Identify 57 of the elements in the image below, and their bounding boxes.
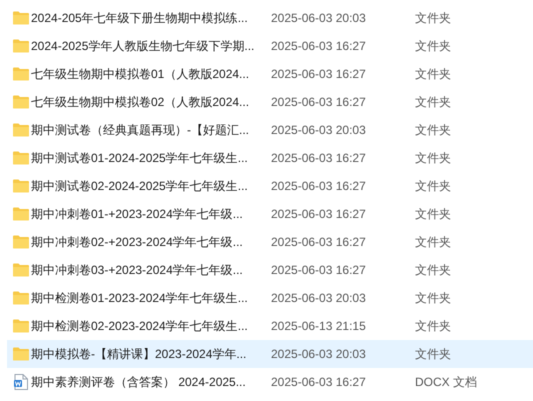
file-name: 期中测试卷（经典真题再现）-【好题汇... — [31, 122, 250, 139]
file-name: 期中冲刺卷01-+2023-2024学年七年级... — [31, 206, 244, 223]
folder-icon — [13, 151, 29, 165]
folder-icon — [13, 235, 29, 249]
file-type: 文件夹 — [415, 346, 451, 363]
file-name: 期中素养测评卷（含答案） 2024-2025... — [31, 374, 247, 391]
file-name: 七年级生物期中模拟卷01（人教版2024... — [31, 66, 250, 83]
modified-date: 2025-06-03 16:27 — [271, 234, 367, 251]
folder-icon — [13, 263, 29, 277]
folder-icon — [13, 123, 29, 137]
modified-date: 2025-06-03 16:27 — [271, 150, 367, 167]
modified-date: 2025-06-13 21:15 — [271, 318, 367, 335]
modified-date: 2025-06-03 16:27 — [271, 66, 367, 83]
file-type: 文件夹 — [415, 94, 451, 111]
file-name: 期中测试卷02-2024-2025学年七年级生... — [31, 178, 249, 195]
modified-date: 2025-06-03 16:27 — [271, 374, 367, 391]
modified-date: 2025-06-03 16:27 — [271, 178, 367, 195]
folder-icon — [13, 291, 29, 305]
file-name: 2024-205年七年级下册生物期中模拟练... — [31, 10, 249, 27]
file-type: 文件夹 — [415, 10, 451, 27]
file-name: 期中检测卷02-2023-2024学年七年级生... — [31, 318, 249, 335]
file-type: 文件夹 — [415, 290, 451, 307]
file-name: 期中模拟卷-【精讲课】2023-2024学年... — [31, 346, 248, 363]
modified-date: 2025-06-03 20:03 — [271, 122, 367, 139]
folder-icon — [13, 319, 29, 333]
modified-date: 2025-06-03 16:27 — [271, 262, 367, 279]
file-type: 文件夹 — [415, 318, 451, 335]
folder-icon — [13, 11, 29, 25]
modified-date: 2025-06-03 16:27 — [271, 94, 367, 111]
file-type: 文件夹 — [415, 38, 451, 55]
file-type: 文件夹 — [415, 178, 451, 195]
file-name: 期中冲刺卷02-+2023-2024学年七年级... — [31, 234, 244, 251]
file-type: 文件夹 — [415, 234, 451, 251]
folder-icon — [13, 347, 29, 361]
file-type: 文件夹 — [415, 206, 451, 223]
modified-date: 2025-06-03 20:03 — [271, 346, 367, 363]
file-type: 文件夹 — [415, 122, 451, 139]
folder-icon — [13, 67, 29, 81]
file-type: 文件夹 — [415, 262, 451, 279]
modified-date: 2025-06-03 20:03 — [271, 10, 367, 27]
folder-icon — [13, 95, 29, 109]
file-type: 文件夹 — [415, 66, 451, 83]
folder-icon — [13, 179, 29, 193]
file-name: 七年级生物期中模拟卷02（人教版2024... — [31, 94, 250, 111]
file-type: 文件夹 — [415, 150, 451, 167]
folder-icon — [13, 39, 29, 53]
file-name: 2024-2025学年人教版生物七年级下学期... — [31, 38, 256, 55]
file-name: 期中检测卷01-2023-2024学年七年级生... — [31, 290, 249, 307]
file-row[interactable]: 期中模拟卷-【精讲课】2023-2024学年... 2025-06-03 20:03 文件夹 — [7, 340, 533, 368]
modified-date: 2025-06-03 16:27 — [271, 38, 367, 55]
file-type: DOCX 文档 — [415, 374, 478, 391]
file-name: 期中冲刺卷03-+2023-2024学年七年级... — [31, 262, 244, 279]
file-name: 期中测试卷01-2024-2025学年七年级生... — [31, 150, 249, 167]
modified-date: 2025-06-03 20:03 — [271, 290, 367, 307]
word-document-icon — [14, 374, 28, 390]
folder-icon — [13, 207, 29, 221]
modified-date: 2025-06-03 16:27 — [271, 206, 367, 223]
